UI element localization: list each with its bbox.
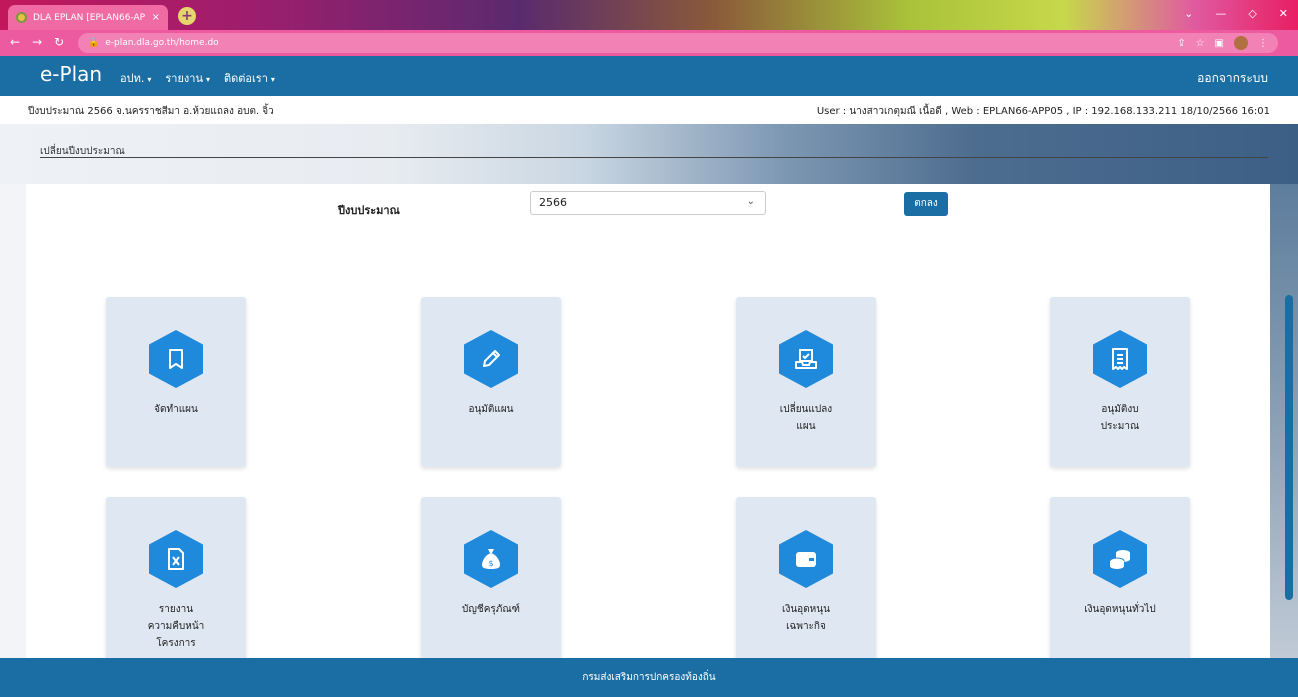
page-banner: เปลี่ยนปีงบประมาณ — [0, 124, 1298, 184]
main-panel: ปีงบประมาณ 2566 ⌄ ตกลง จัดทำแผน อนุมัติแ… — [26, 184, 1270, 658]
more-icon[interactable]: ⋮ — [1258, 38, 1268, 49]
user-session-info: User : นางสาวเกตุมณี เนื้อดี , Web : EPL… — [816, 106, 1270, 117]
money-bag-icon: $ — [464, 530, 518, 588]
menu-item-contact[interactable]: ติดต่อเรา ▾ — [224, 69, 275, 87]
card-project-report[interactable]: รายงาน ความคืบหน้า โครงการ — [106, 497, 246, 658]
card-change-plan[interactable]: เปลี่ยนแปลง แผน — [736, 297, 876, 467]
left-background — [0, 184, 26, 658]
card-asset-register[interactable]: $ บัญชีครุภัณฑ์ — [421, 497, 561, 658]
menu-item-opt[interactable]: อปท. ▾ — [120, 69, 151, 87]
url-field[interactable]: 🔒 e-plan.dla.go.th/home.do ⇪ ☆ ▣ ⋮ — [78, 33, 1278, 53]
bookmark-icon — [149, 330, 203, 388]
card-create-plan[interactable]: จัดทำแผน — [106, 297, 246, 467]
card-label: บัญชีครุภัณฑ์ — [462, 604, 520, 615]
card-label: เงินอุดหนุนทั่วไป — [1084, 604, 1156, 615]
card-label: รายงาน ความคืบหน้า โครงการ — [147, 604, 205, 649]
excel-file-icon — [149, 530, 203, 588]
card-label: จัดทำแผน — [154, 404, 198, 415]
profile-avatar[interactable] — [1234, 36, 1248, 50]
fiscal-year-select[interactable]: 2566 ⌄ — [530, 191, 766, 215]
menu-label: อปท. — [120, 72, 145, 85]
brand-logo[interactable]: e-Plan — [40, 62, 102, 86]
title-divider — [40, 157, 1268, 158]
footer: กรมส่งเสริมการปกครองท้องถิ่น — [0, 658, 1298, 697]
card-general-subsidy[interactable]: เงินอุดหนุนทั่วไป — [1050, 497, 1190, 658]
close-tab-icon[interactable]: × — [152, 12, 160, 23]
browser-tab[interactable]: DLA EPLAN [EPLAN66-APP05] × — [8, 5, 168, 30]
new-tab-button[interactable]: + — [178, 7, 196, 25]
menu-item-report[interactable]: รายงาน ▾ — [165, 69, 210, 87]
star-icon[interactable]: ☆ — [1196, 38, 1205, 49]
caret-down-icon: ▾ — [270, 75, 275, 84]
wallet-icon — [779, 530, 833, 588]
card-label: เปลี่ยนแปลง แผน — [779, 404, 833, 432]
fiscal-year-value: 2566 — [539, 196, 567, 209]
info-bar: ปีงบประมาณ 2566 จ.นครราชสีมา อ.ห้วยแถลง … — [0, 96, 1298, 124]
close-window-icon[interactable]: ✕ — [1279, 7, 1288, 20]
menu-label: ติดต่อเรา — [223, 72, 268, 85]
url-text: e-plan.dla.go.th/home.do — [105, 38, 219, 48]
card-label: เงินอุดหนุน เฉพาะกิจ — [782, 604, 830, 632]
receipt-icon — [1093, 330, 1147, 388]
ok-button[interactable]: ตกลง — [904, 192, 948, 216]
caret-down-icon: ▾ — [205, 75, 210, 84]
app-navbar: e-Plan อปท. ▾ รายงาน ▾ ติดต่อเรา ▾ ออกจากระ… — [0, 56, 1298, 96]
card-approve-budget[interactable]: อนุมัติงบ ประมาณ — [1050, 297, 1190, 467]
scrollbar-thumb[interactable] — [1285, 295, 1293, 600]
right-background — [1270, 184, 1298, 658]
card-label: อนุมัติแผน — [468, 404, 514, 415]
chevron-down-icon[interactable]: ⌄ — [1184, 7, 1193, 20]
fiscal-location-info: ปีงบประมาณ 2566 จ.นครราชสีมา อ.ห้วยแถลง … — [28, 106, 274, 117]
menu-label: รายงาน — [165, 72, 203, 85]
minimize-icon[interactable]: — — [1215, 7, 1226, 20]
card-specific-subsidy[interactable]: เงินอุดหนุน เฉพาะกิจ — [736, 497, 876, 658]
pencil-icon — [464, 330, 518, 388]
maximize-icon[interactable]: ◇ — [1248, 7, 1256, 20]
sidebar-icon[interactable]: ▣ — [1215, 38, 1224, 49]
inbox-check-icon — [779, 330, 833, 388]
browser-tab-bar: DLA EPLAN [EPLAN66-APP05] × + ⌄ — ◇ ✕ — [0, 0, 1298, 30]
share-icon[interactable]: ⇪ — [1177, 38, 1185, 49]
window-controls: ⌄ — ◇ ✕ — [1184, 7, 1288, 20]
logout-link[interactable]: ออกจากระบบ — [1197, 69, 1268, 88]
back-icon[interactable]: ← — [10, 35, 20, 49]
reload-icon[interactable]: ↻ — [54, 35, 64, 49]
tab-title: DLA EPLAN [EPLAN66-APP05] — [33, 12, 146, 23]
caret-down-icon: ▾ — [147, 75, 152, 84]
coins-icon — [1093, 530, 1147, 588]
card-label: อนุมัติงบ ประมาณ — [1100, 404, 1140, 432]
browser-address-bar: ← → ↻ 🔒 e-plan.dla.go.th/home.do ⇪ ☆ ▣ ⋮ — [0, 30, 1298, 56]
main-menu: อปท. ▾ รายงาน ▾ ติดต่อเรา ▾ — [120, 69, 275, 87]
fiscal-year-label: ปีงบประมาณ — [338, 204, 400, 217]
forward-icon[interactable]: → — [32, 35, 42, 49]
svg-text:$: $ — [488, 559, 493, 568]
card-approve-plan[interactable]: อนุมัติแผน — [421, 297, 561, 467]
lock-icon: 🔒 — [88, 38, 100, 48]
chevron-down-icon: ⌄ — [746, 196, 755, 207]
favicon-icon — [16, 12, 27, 23]
